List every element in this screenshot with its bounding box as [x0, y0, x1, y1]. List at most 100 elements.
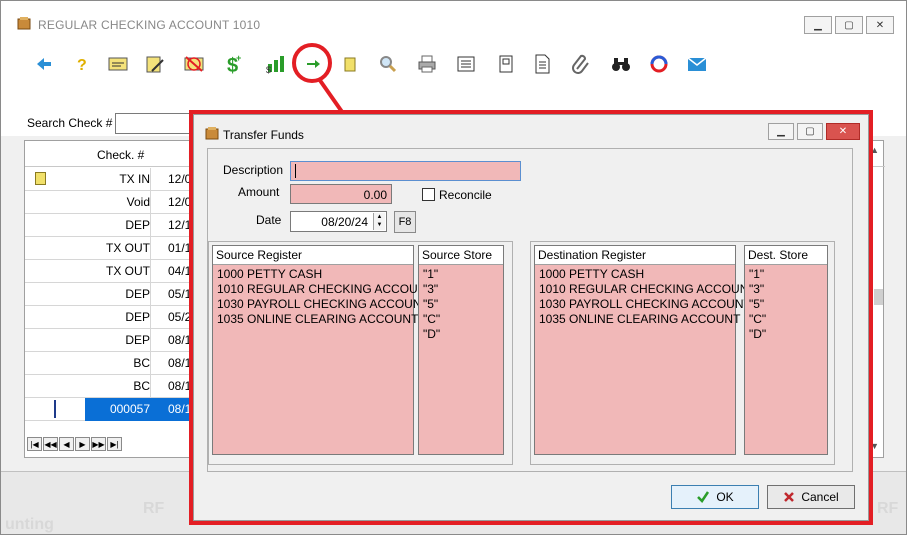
void-check-icon[interactable]: [181, 51, 207, 77]
prev-page-button[interactable]: ◀◀: [43, 437, 58, 451]
description-field[interactable]: [290, 161, 521, 181]
cell-check: TX IN: [119, 172, 150, 186]
list-item[interactable]: "C": [423, 312, 440, 326]
list-item[interactable]: 1010 REGULAR CHECKING ACCOUNT: [217, 282, 434, 296]
dialog-close-button[interactable]: ✕: [826, 123, 860, 140]
destination-group: Destination Register 1000 PETTY CASH 101…: [530, 241, 835, 465]
cancel-label: Cancel: [801, 490, 839, 504]
cell-date: 12/1: [168, 218, 192, 232]
search-icon[interactable]: [375, 51, 401, 77]
prev-record-button[interactable]: ◀: [59, 437, 74, 451]
list-item[interactable]: "D": [749, 327, 766, 341]
list-item[interactable]: "3": [749, 282, 764, 296]
cell-date: 08/1: [168, 402, 192, 416]
callout-circle: [292, 43, 332, 83]
destination-register-header: Destination Register: [535, 246, 735, 265]
cell-date: 12/0: [168, 195, 192, 209]
ok-button[interactable]: OK: [671, 485, 759, 509]
window-title: REGULAR CHECKING ACCOUNT 1010: [38, 18, 261, 32]
deposit-icon[interactable]: $ +: [221, 51, 247, 77]
destination-store-list[interactable]: Dest. Store "1" "3" "5" "C" "D": [744, 245, 828, 455]
dialog-title-bar: Transfer Funds ▁ ▢ ✕: [194, 115, 868, 147]
date-field[interactable]: 08/20/24 ▲ ▼: [290, 211, 387, 232]
ok-label: OK: [716, 490, 734, 504]
list-item[interactable]: "D": [423, 327, 440, 341]
cell-check: DEP: [125, 310, 150, 324]
cell-check: TX OUT: [106, 264, 150, 278]
help-icon[interactable]: ?: [68, 51, 94, 77]
restore-button[interactable]: ▢: [835, 16, 863, 34]
list-item[interactable]: "C": [749, 312, 766, 326]
list-item[interactable]: 1030 PAYROLL CHECKING ACCOUNT: [217, 297, 429, 311]
list-item[interactable]: "3": [423, 282, 438, 296]
print-icon[interactable]: [414, 51, 440, 77]
cancel-button[interactable]: Cancel: [767, 485, 855, 509]
check-icon[interactable]: [105, 51, 131, 77]
minimize-button[interactable]: ▁: [804, 16, 832, 34]
attachment-icon[interactable]: [568, 51, 594, 77]
svg-text:$: $: [266, 65, 271, 75]
list-item[interactable]: 1000 PETTY CASH: [217, 267, 322, 281]
toolbar: ? $ + $: [1, 41, 906, 96]
next-page-button[interactable]: ▶▶: [91, 437, 106, 451]
list-item[interactable]: 1000 PETTY CASH: [539, 267, 644, 281]
callout-highlight-frame: Transfer Funds ▁ ▢ ✕ Description Amount …: [189, 110, 873, 525]
amount-field[interactable]: 0.00: [290, 184, 392, 204]
cell-check: Void: [126, 195, 150, 209]
report-icon[interactable]: $: [263, 51, 289, 77]
destination-register-list[interactable]: Destination Register 1000 PETTY CASH 101…: [534, 245, 756, 455]
list-icon[interactable]: [453, 51, 479, 77]
list-item[interactable]: "1": [423, 267, 438, 281]
column-header-check[interactable]: Check. #: [97, 148, 144, 162]
svg-text:+: +: [236, 53, 241, 63]
source-store-list[interactable]: Source Store "1" "3" "5" "C" "D": [418, 245, 504, 455]
svg-text:?: ?: [77, 57, 87, 74]
app-icon: [205, 127, 219, 140]
source-register-header: Source Register: [213, 246, 413, 265]
cell-check: BC: [133, 379, 150, 393]
date-value: 08/20/24: [321, 215, 368, 229]
dialog-restore-button[interactable]: ▢: [797, 123, 823, 140]
scrollbar-thumb[interactable]: [874, 289, 883, 305]
grid-pager: |◀ ◀◀ ◀ ▶ ▶▶ ▶|: [27, 437, 122, 451]
description-label: Description: [223, 163, 284, 177]
list-item[interactable]: 1035 ONLINE CLEARING ACCOUNT: [217, 312, 418, 326]
binoculars-icon[interactable]: [608, 51, 634, 77]
last-page-button[interactable]: ▶|: [107, 437, 122, 451]
first-page-button[interactable]: |◀: [27, 437, 42, 451]
checkmark-icon: [697, 491, 710, 503]
source-register-list[interactable]: Source Register 1000 PETTY CASH 1010 REG…: [212, 245, 434, 455]
register-icon[interactable]: [493, 51, 519, 77]
amount-value: 0.00: [363, 188, 387, 202]
cell-date: 01/1: [168, 241, 192, 255]
list-item[interactable]: 1030 PAYROLL CHECKING ACCOUNT: [539, 297, 751, 311]
window-controls: ▁ ▢ ✕: [804, 16, 894, 34]
reconcile-label[interactable]: Reconcile: [439, 188, 492, 202]
list-item[interactable]: 1035 ONLINE CLEARING ACCOUNT: [539, 312, 740, 326]
refresh-icon[interactable]: [646, 51, 672, 77]
list-item[interactable]: "5": [749, 297, 764, 311]
close-button[interactable]: ✕: [866, 16, 894, 34]
document-icon[interactable]: [529, 51, 555, 77]
cancel-x-icon: [784, 492, 795, 502]
dialog-minimize-button[interactable]: ▁: [768, 123, 794, 140]
back-arrow-icon[interactable]: [31, 51, 57, 77]
watermark-logo: RF: [877, 500, 899, 517]
cell-check: DEP: [125, 333, 150, 347]
note-icon[interactable]: [337, 51, 363, 77]
list-item[interactable]: "5": [423, 297, 438, 311]
date-picker-f8-button[interactable]: F8: [394, 211, 416, 233]
cell-check: DEP: [125, 287, 150, 301]
list-item[interactable]: "1": [749, 267, 764, 281]
source-group: Source Register 1000 PETTY CASH 1010 REG…: [208, 241, 513, 465]
next-record-button[interactable]: ▶: [75, 437, 90, 451]
reconcile-checkbox[interactable]: [422, 188, 435, 201]
destination-store-header: Dest. Store: [745, 246, 827, 265]
cell-check: TX OUT: [106, 241, 150, 255]
date-spinner[interactable]: ▲ ▼: [373, 213, 385, 230]
dialog-window-controls: ▁ ▢ ✕: [768, 123, 860, 140]
email-icon[interactable]: [684, 51, 710, 77]
cell-check: BC: [133, 356, 150, 370]
list-item[interactable]: 1010 REGULAR CHECKING ACCOUNT: [539, 282, 756, 296]
edit-check-icon[interactable]: [142, 51, 168, 77]
